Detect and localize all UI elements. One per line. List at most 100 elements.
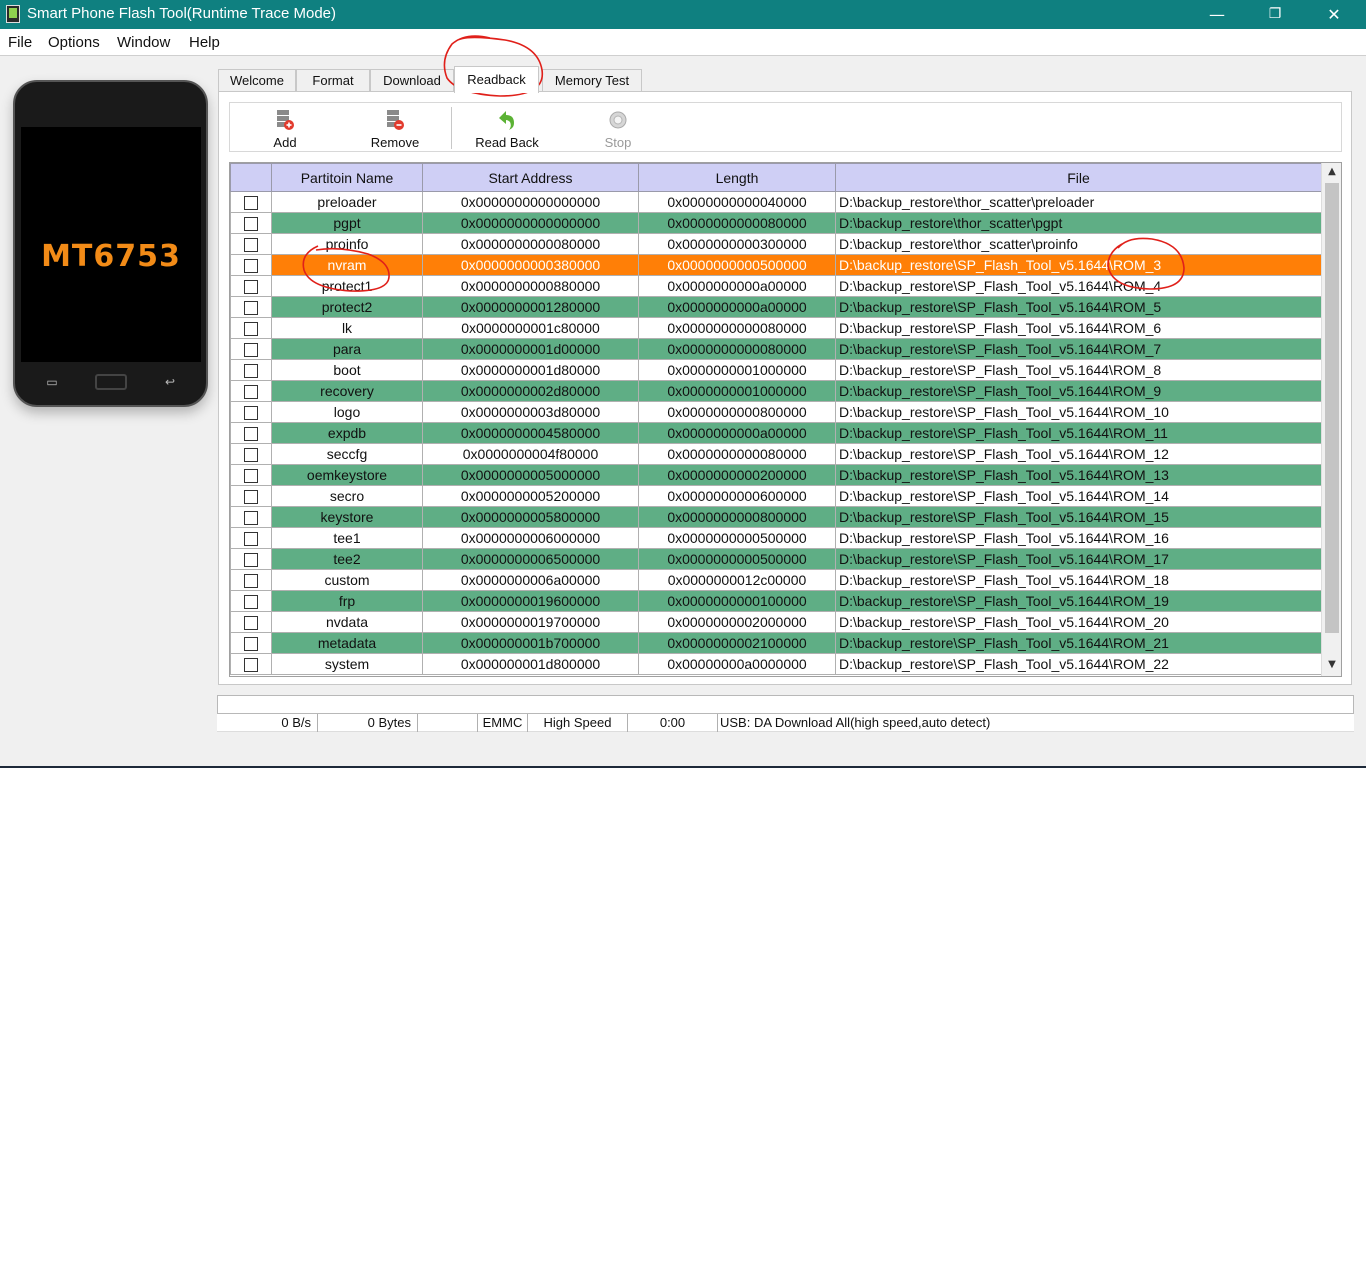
checkbox-icon[interactable] — [244, 637, 258, 652]
vertical-scrollbar[interactable]: ▲ ▼ — [1321, 163, 1341, 676]
table-row[interactable]: oemkeystore 0x0000000005000000 0x000000000… — [230, 464, 1322, 486]
checkbox-icon[interactable] — [244, 427, 258, 442]
checkbox-icon[interactable] — [244, 238, 258, 253]
checkbox-icon[interactable] — [244, 406, 258, 421]
row-checkbox[interactable] — [230, 380, 272, 402]
add-button[interactable]: Add — [250, 103, 320, 153]
table-row[interactable]: seccfg 0x0000000004f80000 0x00000000000800… — [230, 443, 1322, 465]
scroll-down-icon[interactable]: ▼ — [1322, 656, 1341, 674]
checkbox-icon[interactable] — [244, 259, 258, 274]
column-header-length[interactable]: Length — [638, 163, 836, 192]
checkbox-icon[interactable] — [244, 532, 258, 547]
checkbox-icon[interactable] — [244, 280, 258, 295]
row-checkbox[interactable] — [230, 527, 272, 549]
row-checkbox[interactable] — [230, 611, 272, 633]
row-checkbox[interactable] — [230, 359, 272, 381]
table-row[interactable]: tee2 0x0000000006500000 0x0000000000500000… — [230, 548, 1322, 570]
progress-bar — [217, 695, 1354, 714]
table-row[interactable]: logo 0x0000000003d80000 0x0000000000800000… — [230, 401, 1322, 423]
tab-format[interactable]: Format — [296, 69, 370, 92]
column-header-file[interactable]: File — [835, 163, 1322, 192]
table-row[interactable]: secro 0x0000000005200000 0x000000000060000… — [230, 485, 1322, 507]
row-checkbox[interactable] — [230, 632, 272, 654]
menu-options[interactable]: Options — [48, 34, 100, 51]
row-checkbox[interactable] — [230, 653, 272, 675]
checkbox-icon[interactable] — [244, 385, 258, 400]
table-row[interactable]: lk 0x0000000001c80000 0x0000000000080000 D:… — [230, 317, 1322, 339]
row-checkbox[interactable] — [230, 317, 272, 339]
device-phone-image: MT6753 ▭ ↩ — [13, 80, 208, 407]
menu-help[interactable]: Help — [189, 34, 220, 51]
table-row[interactable]: proinfo 0x0000000000080000 0x0000000000300… — [230, 233, 1322, 255]
tab-download[interactable]: Download — [370, 69, 454, 92]
row-checkbox[interactable] — [230, 569, 272, 591]
length-cell: 0x0000000000600000 — [638, 485, 836, 507]
row-checkbox[interactable] — [230, 275, 272, 297]
checkbox-icon[interactable] — [244, 469, 258, 484]
tab-memory-test[interactable]: Memory Test — [542, 69, 642, 92]
row-checkbox[interactable] — [230, 506, 272, 528]
column-header-name[interactable]: Partitoin Name — [271, 163, 423, 192]
menu-window[interactable]: Window — [117, 34, 170, 51]
row-checkbox[interactable] — [230, 590, 272, 612]
row-checkbox[interactable] — [230, 233, 272, 255]
remove-button[interactable]: Remove — [355, 103, 435, 153]
row-checkbox[interactable] — [230, 548, 272, 570]
checkbox-icon[interactable] — [244, 595, 258, 610]
table-row[interactable]: nvdata 0x0000000019700000 0x00000000020000… — [230, 611, 1322, 633]
checkbox-icon[interactable] — [244, 511, 258, 526]
tab-welcome[interactable]: Welcome — [218, 69, 296, 92]
checkbox-icon[interactable] — [244, 553, 258, 568]
menu-file[interactable]: File — [8, 34, 32, 51]
close-button[interactable]: ✕ — [1305, 0, 1363, 29]
checkbox-icon[interactable] — [244, 658, 258, 673]
partition-name-cell: secro — [271, 485, 423, 507]
table-row[interactable]: nvram 0x0000000000380000 0x000000000050000… — [230, 254, 1322, 276]
table-row[interactable]: custom 0x0000000006a00000 0x0000000012c000… — [230, 569, 1322, 591]
table-row[interactable]: keystore 0x0000000005800000 0x000000000080… — [230, 506, 1322, 528]
row-checkbox[interactable] — [230, 443, 272, 465]
row-checkbox[interactable] — [230, 296, 272, 318]
table-row[interactable]: protect2 0x0000000001280000 0x0000000000a0… — [230, 296, 1322, 318]
restore-button[interactable]: ❐ — [1246, 0, 1304, 29]
table-row[interactable]: tee1 0x0000000006000000 0x0000000000500000… — [230, 527, 1322, 549]
table-row[interactable]: protect1 0x0000000000880000 0x0000000000a0… — [230, 275, 1322, 297]
table-row[interactable]: system 0x000000001d800000 0x00000000a00000… — [230, 653, 1322, 675]
table-row[interactable]: para 0x0000000001d00000 0x0000000000080000… — [230, 338, 1322, 360]
row-checkbox[interactable] — [230, 254, 272, 276]
column-header-start[interactable]: Start Address — [422, 163, 639, 192]
file-cell: D:\backup_restore\SP_Flash_Tool_v5.1644\… — [835, 632, 1322, 654]
row-checkbox[interactable] — [230, 401, 272, 423]
minimize-button[interactable]: — — [1188, 0, 1246, 29]
checkbox-icon[interactable] — [244, 448, 258, 463]
row-checkbox[interactable] — [230, 485, 272, 507]
row-checkbox[interactable] — [230, 422, 272, 444]
table-row[interactable]: preloader 0x0000000000000000 0x00000000000… — [230, 191, 1322, 213]
table-row[interactable]: expdb 0x0000000004580000 0x0000000000a0000… — [230, 422, 1322, 444]
checkbox-icon[interactable] — [244, 343, 258, 358]
row-checkbox[interactable] — [230, 191, 272, 213]
table-row[interactable]: metadata 0x000000001b700000 0x000000000210… — [230, 632, 1322, 654]
row-checkbox[interactable] — [230, 212, 272, 234]
checkbox-icon[interactable] — [244, 301, 258, 316]
checkbox-icon[interactable] — [244, 616, 258, 631]
length-cell: 0x0000000000100000 — [638, 590, 836, 612]
table-row[interactable]: frp 0x0000000019600000 0x0000000000100000 D… — [230, 590, 1322, 612]
checkbox-icon[interactable] — [244, 574, 258, 589]
table-row[interactable]: boot 0x0000000001d80000 0x0000000001000000… — [230, 359, 1322, 381]
checkbox-icon[interactable] — [244, 217, 258, 232]
checkbox-icon[interactable] — [244, 364, 258, 379]
tab-readback[interactable]: Readback — [454, 66, 539, 93]
scroll-up-icon[interactable]: ▲ — [1322, 163, 1341, 181]
read-back-button[interactable]: Read Back — [467, 103, 547, 153]
checkbox-icon[interactable] — [244, 322, 258, 337]
table-row[interactable]: recovery 0x0000000002d80000 0x000000000100… — [230, 380, 1322, 402]
stop-button[interactable]: Stop — [583, 103, 653, 153]
table-row[interactable]: pgpt 0x0000000000000000 0x0000000000080000… — [230, 212, 1322, 234]
column-header-check[interactable] — [230, 163, 272, 192]
row-checkbox[interactable] — [230, 338, 272, 360]
scroll-thumb[interactable] — [1325, 183, 1339, 633]
checkbox-icon[interactable] — [244, 490, 258, 505]
row-checkbox[interactable] — [230, 464, 272, 486]
checkbox-icon[interactable] — [244, 196, 258, 211]
